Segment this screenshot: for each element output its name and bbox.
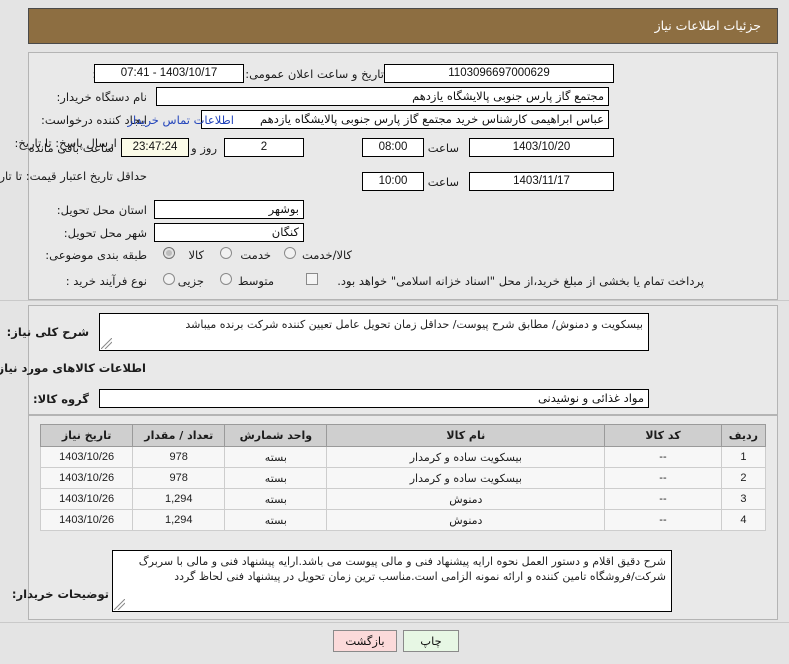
goods-section-heading: اطلاعات کالاهای مورد نیاز <box>0 361 146 375</box>
cell-qty: 1,294 <box>132 509 226 531</box>
section-divider-1 <box>0 300 789 301</box>
price-validity-label: حداقل تاریخ اعتبار قیمت: تا تاریخ: <box>0 169 147 183</box>
category-radio-kala-khedmat[interactable] <box>284 247 296 259</box>
category-radio-khedmat[interactable] <box>220 247 232 259</box>
need-number-value: 1103096697000629 <box>384 64 614 83</box>
table-row: 1 -- بیسکویت ساده و کرمدار بسته 978 1403… <box>39 446 767 468</box>
category-radio-kala[interactable] <box>163 247 175 259</box>
category-option-0-label: کالا <box>188 248 204 262</box>
cell-code: -- <box>604 446 722 468</box>
description-value: بیسکویت و دمنوش/ مطابق شرح پیوست/ حداقل … <box>185 318 643 331</box>
requester-value: عباس ابراهیمی کارشناس خرید مجتمع گاز پار… <box>201 110 609 129</box>
cell-name: بیسکویت ساده و کرمدار <box>326 467 606 489</box>
city-value: کنگان <box>154 223 304 242</box>
cell-row: 4 <box>720 509 767 531</box>
table-row: 4 -- دمنوش بسته 1,294 1403/10/26 <box>39 509 767 531</box>
page-root: iranTender.net جزئیات اطلاعات نیاز شماره… <box>0 0 789 664</box>
announcement-date-value: 07:41 - 1403/10/17 <box>94 64 244 83</box>
cell-name: دمنوش <box>326 509 606 531</box>
description-textarea[interactable]: بیسکویت و دمنوش/ مطابق شرح پیوست/ حداقل … <box>99 313 649 351</box>
process-label: نوع فرآیند خرید : <box>65 274 147 288</box>
print-button[interactable]: چاپ <box>403 630 459 652</box>
description-label: شرح کلی نیاز: <box>6 325 89 339</box>
treasury-bond-text: پرداخت تمام یا بخشی از مبلغ خرید،از محل … <box>337 274 704 288</box>
resize-grip-icon <box>101 338 112 349</box>
back-button[interactable]: بازگشت <box>333 630 397 652</box>
cell-unit: بسته <box>224 467 328 489</box>
category-option-1-label: خدمت <box>240 248 271 262</box>
city-label: شهر محل تحویل: <box>63 226 147 240</box>
cell-name: بیسکویت ساده و کرمدار <box>326 446 606 468</box>
page-header-bar: جزئیات اطلاعات نیاز <box>28 8 778 44</box>
col-header-unit: واحد شمارش <box>224 424 328 447</box>
price-validity-hour-label: ساعت <box>427 175 459 189</box>
col-header-row: ردیف <box>720 424 767 447</box>
buyer-notes-label: توضیحات خریدار: <box>11 587 109 601</box>
response-deadline-hour-label: ساعت <box>427 141 459 155</box>
goods-group-label: گروه کالا: <box>33 392 89 406</box>
cell-row: 2 <box>720 467 767 489</box>
items-table: ردیف کد کالا نام کالا واحد شمارش تعداد /… <box>39 424 767 531</box>
table-row: 3 -- دمنوش بسته 1,294 1403/10/26 <box>39 488 767 510</box>
resize-grip-icon <box>114 599 125 610</box>
cell-code: -- <box>604 488 722 510</box>
cell-qty: 978 <box>132 467 226 489</box>
cell-unit: بسته <box>224 509 328 531</box>
buyer-notes-line-1: شرح دقیق اقلام و دستور العمل نحوه ارایه … <box>138 555 666 568</box>
cell-date: 1403/10/26 <box>39 446 134 468</box>
price-validity-date: 1403/11/17 <box>469 172 614 191</box>
cell-row: 3 <box>720 488 767 510</box>
province-label: استان محل تحویل: <box>56 203 147 217</box>
buyer-notes-textarea[interactable]: شرح دقیق اقلام و دستور العمل نحوه ارایه … <box>112 550 672 612</box>
process-radio-jozee[interactable] <box>163 273 175 285</box>
col-header-date: تاریخ نیاز <box>39 424 134 447</box>
goods-group-value: مواد غذائی و نوشیدنی <box>99 389 649 408</box>
process-radio-motavaset[interactable] <box>220 273 232 285</box>
col-header-name: نام کالا <box>326 424 606 447</box>
table-header-row: ردیف کد کالا نام کالا واحد شمارش تعداد /… <box>39 424 767 447</box>
cell-code: -- <box>604 467 722 489</box>
cell-code: -- <box>604 509 722 531</box>
cell-row: 1 <box>720 446 767 468</box>
cell-qty: 978 <box>132 446 226 468</box>
response-deadline-hour: 08:00 <box>362 138 424 157</box>
remaining-timer-suffix: ساعت باقی مانده <box>28 141 114 155</box>
process-option-1-label: متوسط <box>237 274 274 288</box>
treasury-bond-checkbox[interactable] <box>306 273 318 285</box>
cell-date: 1403/10/26 <box>39 488 134 510</box>
announcement-date-label: تاریخ و ساعت اعلان عمومی: <box>245 67 384 81</box>
cell-unit: بسته <box>224 446 328 468</box>
remaining-days-suffix: روز و <box>191 141 217 155</box>
province-value: بوشهر <box>154 200 304 219</box>
col-header-code: کد کالا <box>604 424 722 447</box>
process-option-0-label: جزیی <box>177 274 204 288</box>
cell-date: 1403/10/26 <box>39 509 134 531</box>
cell-unit: بسته <box>224 488 328 510</box>
response-deadline-date: 1403/10/20 <box>469 138 614 157</box>
price-validity-hour: 10:00 <box>362 172 424 191</box>
table-row: 2 -- بیسکویت ساده و کرمدار بسته 978 1403… <box>39 467 767 489</box>
category-option-2-label: کالا/خدمت <box>301 248 352 262</box>
buyer-org-value: مجتمع گاز پارس جنوبی پالایشگاه یازدهم <box>156 87 609 106</box>
buyer-org-label: نام دستگاه خریدار: <box>56 90 147 104</box>
cell-name: دمنوش <box>326 488 606 510</box>
cell-qty: 1,294 <box>132 488 226 510</box>
remaining-days-value: 2 <box>224 138 304 157</box>
buyer-contact-link[interactable]: اطلاعات تماس خریدار <box>127 114 234 127</box>
category-label: طبقه بندی موضوعی: <box>45 248 147 262</box>
section-divider-2 <box>0 622 789 623</box>
buyer-notes-line-2: شرکت/فروشگاه تامین کننده و ارائه نمونه ا… <box>174 570 666 583</box>
remaining-timer-value: 23:47:24 <box>121 138 189 157</box>
col-header-qty: تعداد / مقدار <box>132 424 226 447</box>
cell-date: 1403/10/26 <box>39 467 134 489</box>
page-title: جزئیات اطلاعات نیاز <box>654 18 761 33</box>
